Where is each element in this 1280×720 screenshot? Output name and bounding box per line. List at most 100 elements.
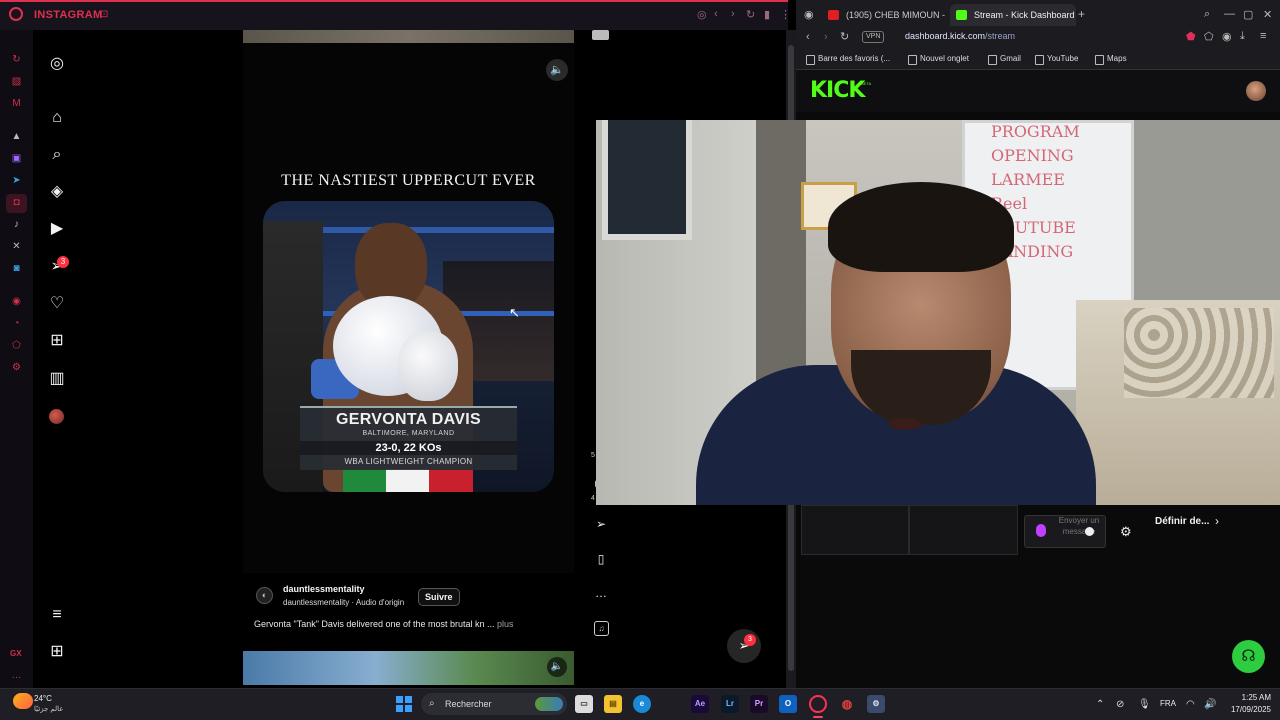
hamburger-menu-icon[interactable]: ≡ xyxy=(47,605,67,625)
search-icon[interactable]: ⌕ xyxy=(1204,8,1210,21)
twitch-icon[interactable]: ▣ xyxy=(10,152,23,165)
bookmark-item[interactable]: Maps xyxy=(1095,54,1127,65)
settings-icon[interactable]: ⚙ xyxy=(867,695,885,713)
back-arrow-icon[interactable]: ‹ xyxy=(806,31,810,43)
windows-start-icon[interactable] xyxy=(396,696,412,712)
bookmark-item[interactable]: YouTube xyxy=(1035,54,1078,65)
network-off-icon[interactable]: ⊘ xyxy=(1116,699,1124,710)
threads-apps-icon[interactable]: ⊞ xyxy=(47,642,67,662)
bookmark-item[interactable]: Barre des favoris (... xyxy=(806,54,890,65)
reel-video-frame[interactable]: GERVONTA DAVIS BALTIMORE, MARYLAND 23-0,… xyxy=(263,201,554,492)
vpn-badge[interactable]: VPN xyxy=(862,31,885,43)
opera-gx-logo-icon[interactable] xyxy=(9,7,23,21)
create-icon[interactable]: ⊞ xyxy=(47,331,67,351)
reload-icon[interactable]: ↻ xyxy=(840,30,849,43)
audio-thumbnail-icon[interactable]: ♫ xyxy=(594,621,609,636)
lock-icon[interactable]: ⊡ xyxy=(100,9,108,20)
weather-temperature[interactable]: 24°C xyxy=(34,694,52,703)
opera-icon[interactable]: ◍ xyxy=(838,695,856,713)
define-title-button[interactable]: Définir de... xyxy=(1155,516,1209,527)
opera-gx-icon[interactable] xyxy=(809,695,827,713)
edge-icon[interactable]: e xyxy=(633,695,651,713)
gear-icon[interactable]: ⚙ xyxy=(1120,524,1132,540)
kick-logo[interactable]: KICK xyxy=(810,78,865,103)
messages-fab-icon[interactable]: ➢ xyxy=(727,629,761,663)
reel-audio[interactable]: dauntlessmentality · Audio d'origin xyxy=(283,598,404,607)
clock-date[interactable]: 17/09/2025 xyxy=(1223,705,1271,714)
reload-icon[interactable]: ↻ xyxy=(746,8,755,21)
tab-youtube[interactable]: (1905) CHEB MIMOUN - xyxy=(822,4,946,26)
lightroom-icon[interactable]: Lr xyxy=(721,695,739,713)
explore-icon[interactable]: ◈ xyxy=(47,182,67,202)
target-icon[interactable]: ◎ xyxy=(697,8,707,21)
speaker-icon[interactable]: 🔊 xyxy=(1204,699,1216,710)
shield-icon[interactable]: ▮ xyxy=(764,8,770,21)
emoji-icon[interactable] xyxy=(1085,527,1094,536)
bookmark-item[interactable]: Gmail xyxy=(988,54,1021,65)
player-icon[interactable]: ◉ xyxy=(10,295,23,308)
telegram-icon[interactable]: ➤ xyxy=(10,174,23,187)
instagram-sidebar-icon[interactable]: ◘ xyxy=(10,196,23,209)
reel-author[interactable]: dauntlessmentality xyxy=(283,584,365,594)
clock-time[interactable]: 1:25 AM xyxy=(1227,693,1271,702)
forward-arrow-icon[interactable]: › xyxy=(731,8,735,20)
extensions-icon[interactable]: ⬠ xyxy=(10,339,23,352)
gx-corner-icon[interactable]: ▨ xyxy=(10,75,23,88)
download-icon[interactable]: ⤓ xyxy=(1240,30,1245,43)
x-icon[interactable]: ✕ xyxy=(10,240,23,253)
after-effects-icon[interactable]: Ae xyxy=(691,695,709,713)
new-tab-icon[interactable]: + xyxy=(1078,7,1085,21)
tab-kick-dashboard[interactable]: Stream - Kick Dashboard xyxy=(950,4,1076,26)
browser-logo-icon[interactable]: ◉ xyxy=(804,8,814,21)
aria-icon[interactable]: ▲ xyxy=(10,130,23,143)
more-icon[interactable]: … xyxy=(10,669,23,682)
minimize-icon[interactable]: — xyxy=(1224,8,1235,20)
previous-reel-preview[interactable] xyxy=(243,30,574,43)
bookmark-icon[interactable]: ▯ xyxy=(593,551,609,567)
history-icon[interactable]: ◔ xyxy=(10,317,23,330)
chevron-up-icon[interactable]: ⌃ xyxy=(1096,699,1104,710)
file-explorer-icon[interactable]: ▤ xyxy=(604,695,622,713)
address-bar[interactable]: dashboard.kick.com/stream xyxy=(905,31,1015,41)
gx-cleaner-icon[interactable]: M xyxy=(10,97,23,110)
shield-icon[interactable]: ⬟ xyxy=(1186,30,1196,43)
back-arrow-icon[interactable]: ‹ xyxy=(714,8,718,20)
menu-icon[interactable]: ≡ xyxy=(1260,30,1266,42)
wifi-icon[interactable]: ◠ xyxy=(1186,699,1195,710)
profile-icon[interactable]: ◉ xyxy=(1222,30,1232,43)
maximize-icon[interactable]: ▢ xyxy=(1243,8,1253,21)
kick-user-avatar[interactable] xyxy=(1246,81,1266,101)
search-icon[interactable]: ⌕ xyxy=(47,145,67,165)
home-icon[interactable]: ⌂ xyxy=(47,108,67,128)
extensions-icon[interactable]: ⬠ xyxy=(1204,30,1214,43)
caption-more-link[interactable]: plus xyxy=(497,619,514,629)
settings-icon[interactable]: ⚙ xyxy=(10,361,23,374)
mic-icon[interactable] xyxy=(1036,524,1046,537)
reel-menu-icon[interactable] xyxy=(592,30,609,40)
volume-icon[interactable]: 🔈 xyxy=(546,59,568,81)
share-icon[interactable]: ➢ xyxy=(593,516,609,532)
author-avatar[interactable]: ◐ xyxy=(256,587,273,604)
more-options-icon[interactable]: … xyxy=(593,585,609,601)
premiere-icon[interactable]: Pr xyxy=(750,695,768,713)
follow-button[interactable]: Suivre xyxy=(418,588,460,606)
weather-icon[interactable] xyxy=(13,693,33,709)
dashboard-icon[interactable]: ▥ xyxy=(47,369,67,389)
heart-icon[interactable]: ♡ xyxy=(47,294,67,314)
discord-icon[interactable]: ◙ xyxy=(10,262,23,275)
profile-avatar[interactable] xyxy=(49,409,64,424)
forward-arrow-icon[interactable]: › xyxy=(824,31,828,43)
bookmark-item[interactable]: Nouvel onglet xyxy=(908,54,969,65)
close-icon[interactable]: ✕ xyxy=(1263,8,1272,21)
support-headset-icon[interactable]: ☊ xyxy=(1232,640,1265,673)
microphone-icon[interactable]: 🎙 xyxy=(1138,699,1151,710)
chevron-right-icon[interactable]: › xyxy=(1215,514,1219,528)
task-view-icon[interactable]: ▭ xyxy=(575,695,593,713)
language-indicator[interactable]: FRA xyxy=(1160,699,1176,708)
outlook-icon[interactable]: O xyxy=(779,695,797,713)
volume-icon[interactable]: 🔈 xyxy=(547,657,567,677)
next-reel-preview[interactable] xyxy=(243,651,574,685)
reels-icon[interactable]: ▶ xyxy=(47,219,67,239)
tiktok-icon[interactable]: ♪ xyxy=(10,218,23,231)
refresh-icon[interactable]: ↻ xyxy=(10,53,23,66)
